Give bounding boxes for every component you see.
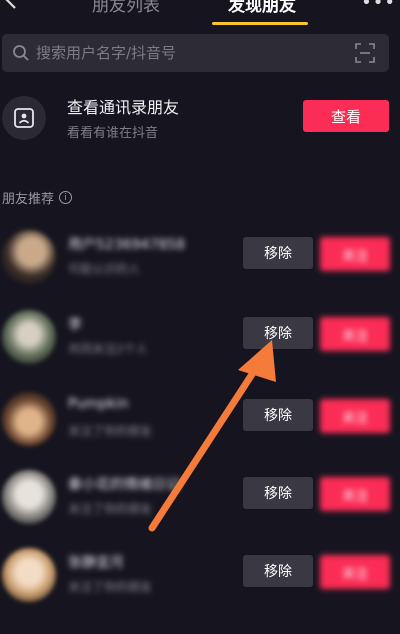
view-contacts-button[interactable]: 查看 xyxy=(303,100,389,132)
avatar[interactable] xyxy=(2,310,56,364)
back-icon[interactable] xyxy=(2,0,22,10)
contacts-title: 查看通讯录朋友 xyxy=(67,98,180,117)
top-bar: 朋友列表 发现朋友 ••• xyxy=(0,0,400,38)
recommend-reason: 可能认识的人 xyxy=(68,262,141,276)
tab-discover-friends[interactable]: 发现朋友 xyxy=(228,0,296,16)
recommend-title: 朋友推荐 xyxy=(2,192,55,207)
user-name: Pumpkin xyxy=(68,396,129,412)
user-name: 秦小花的情绪日记 xyxy=(68,477,180,493)
list-item[interactable]: Pumpkin 关注了你的朋友 移除 关注 xyxy=(0,382,400,462)
avatar[interactable] xyxy=(2,392,56,446)
avatar[interactable] xyxy=(2,470,56,524)
user-name: 李 xyxy=(68,317,82,333)
remove-button[interactable]: 移除 xyxy=(243,399,313,431)
contacts-subtitle: 看看有谁在抖音 xyxy=(67,126,159,141)
follow-button[interactable]: 关注 xyxy=(320,317,390,351)
follow-button[interactable]: 关注 xyxy=(320,237,390,271)
active-tab-indicator xyxy=(212,22,308,25)
search-input[interactable] xyxy=(36,34,346,72)
list-item[interactable]: 秦小花的情绪日记 关注了你的朋友 移除 关注 xyxy=(0,460,400,540)
tab-friends-list[interactable]: 朋友列表 xyxy=(92,0,160,16)
contacts-friends-row[interactable]: 查看通讯录朋友 看看有谁在抖音 查看 xyxy=(0,86,400,150)
list-item[interactable]: 张静宜月 关注了你的朋友 移除 关注 xyxy=(0,538,400,618)
remove-button[interactable]: 移除 xyxy=(243,237,313,269)
contacts-icon xyxy=(2,96,46,140)
recommend-reason: 关注了你的朋友 xyxy=(68,580,153,594)
section-title: 朋友推荐 i xyxy=(2,188,73,207)
avatar[interactable] xyxy=(2,230,56,284)
user-name: 用户5236947858 xyxy=(68,237,186,253)
search-icon xyxy=(12,44,30,62)
list-item[interactable]: 用户5236947858 可能认识的人 移除 关注 xyxy=(0,220,400,300)
recommend-reason: 关注了你的朋友 xyxy=(68,424,153,438)
scan-icon[interactable] xyxy=(355,43,375,63)
remove-button[interactable]: 移除 xyxy=(243,477,313,509)
recommend-reason: 关注了你的朋友 xyxy=(68,502,153,516)
user-name: 张静宜月 xyxy=(68,555,124,571)
info-icon[interactable]: i xyxy=(59,191,73,204)
follow-button[interactable]: 关注 xyxy=(320,477,390,511)
follow-button[interactable]: 关注 xyxy=(320,399,390,433)
avatar[interactable] xyxy=(2,548,56,602)
remove-button[interactable]: 移除 xyxy=(243,317,313,349)
remove-button[interactable]: 移除 xyxy=(243,555,313,587)
list-item[interactable]: 李 共同关注2个人 移除 关注 xyxy=(0,300,400,380)
recommend-reason: 共同关注2个人 xyxy=(68,342,148,356)
more-icon[interactable]: ••• xyxy=(361,0,396,13)
search-bar[interactable] xyxy=(2,34,389,72)
follow-button[interactable]: 关注 xyxy=(320,555,390,589)
